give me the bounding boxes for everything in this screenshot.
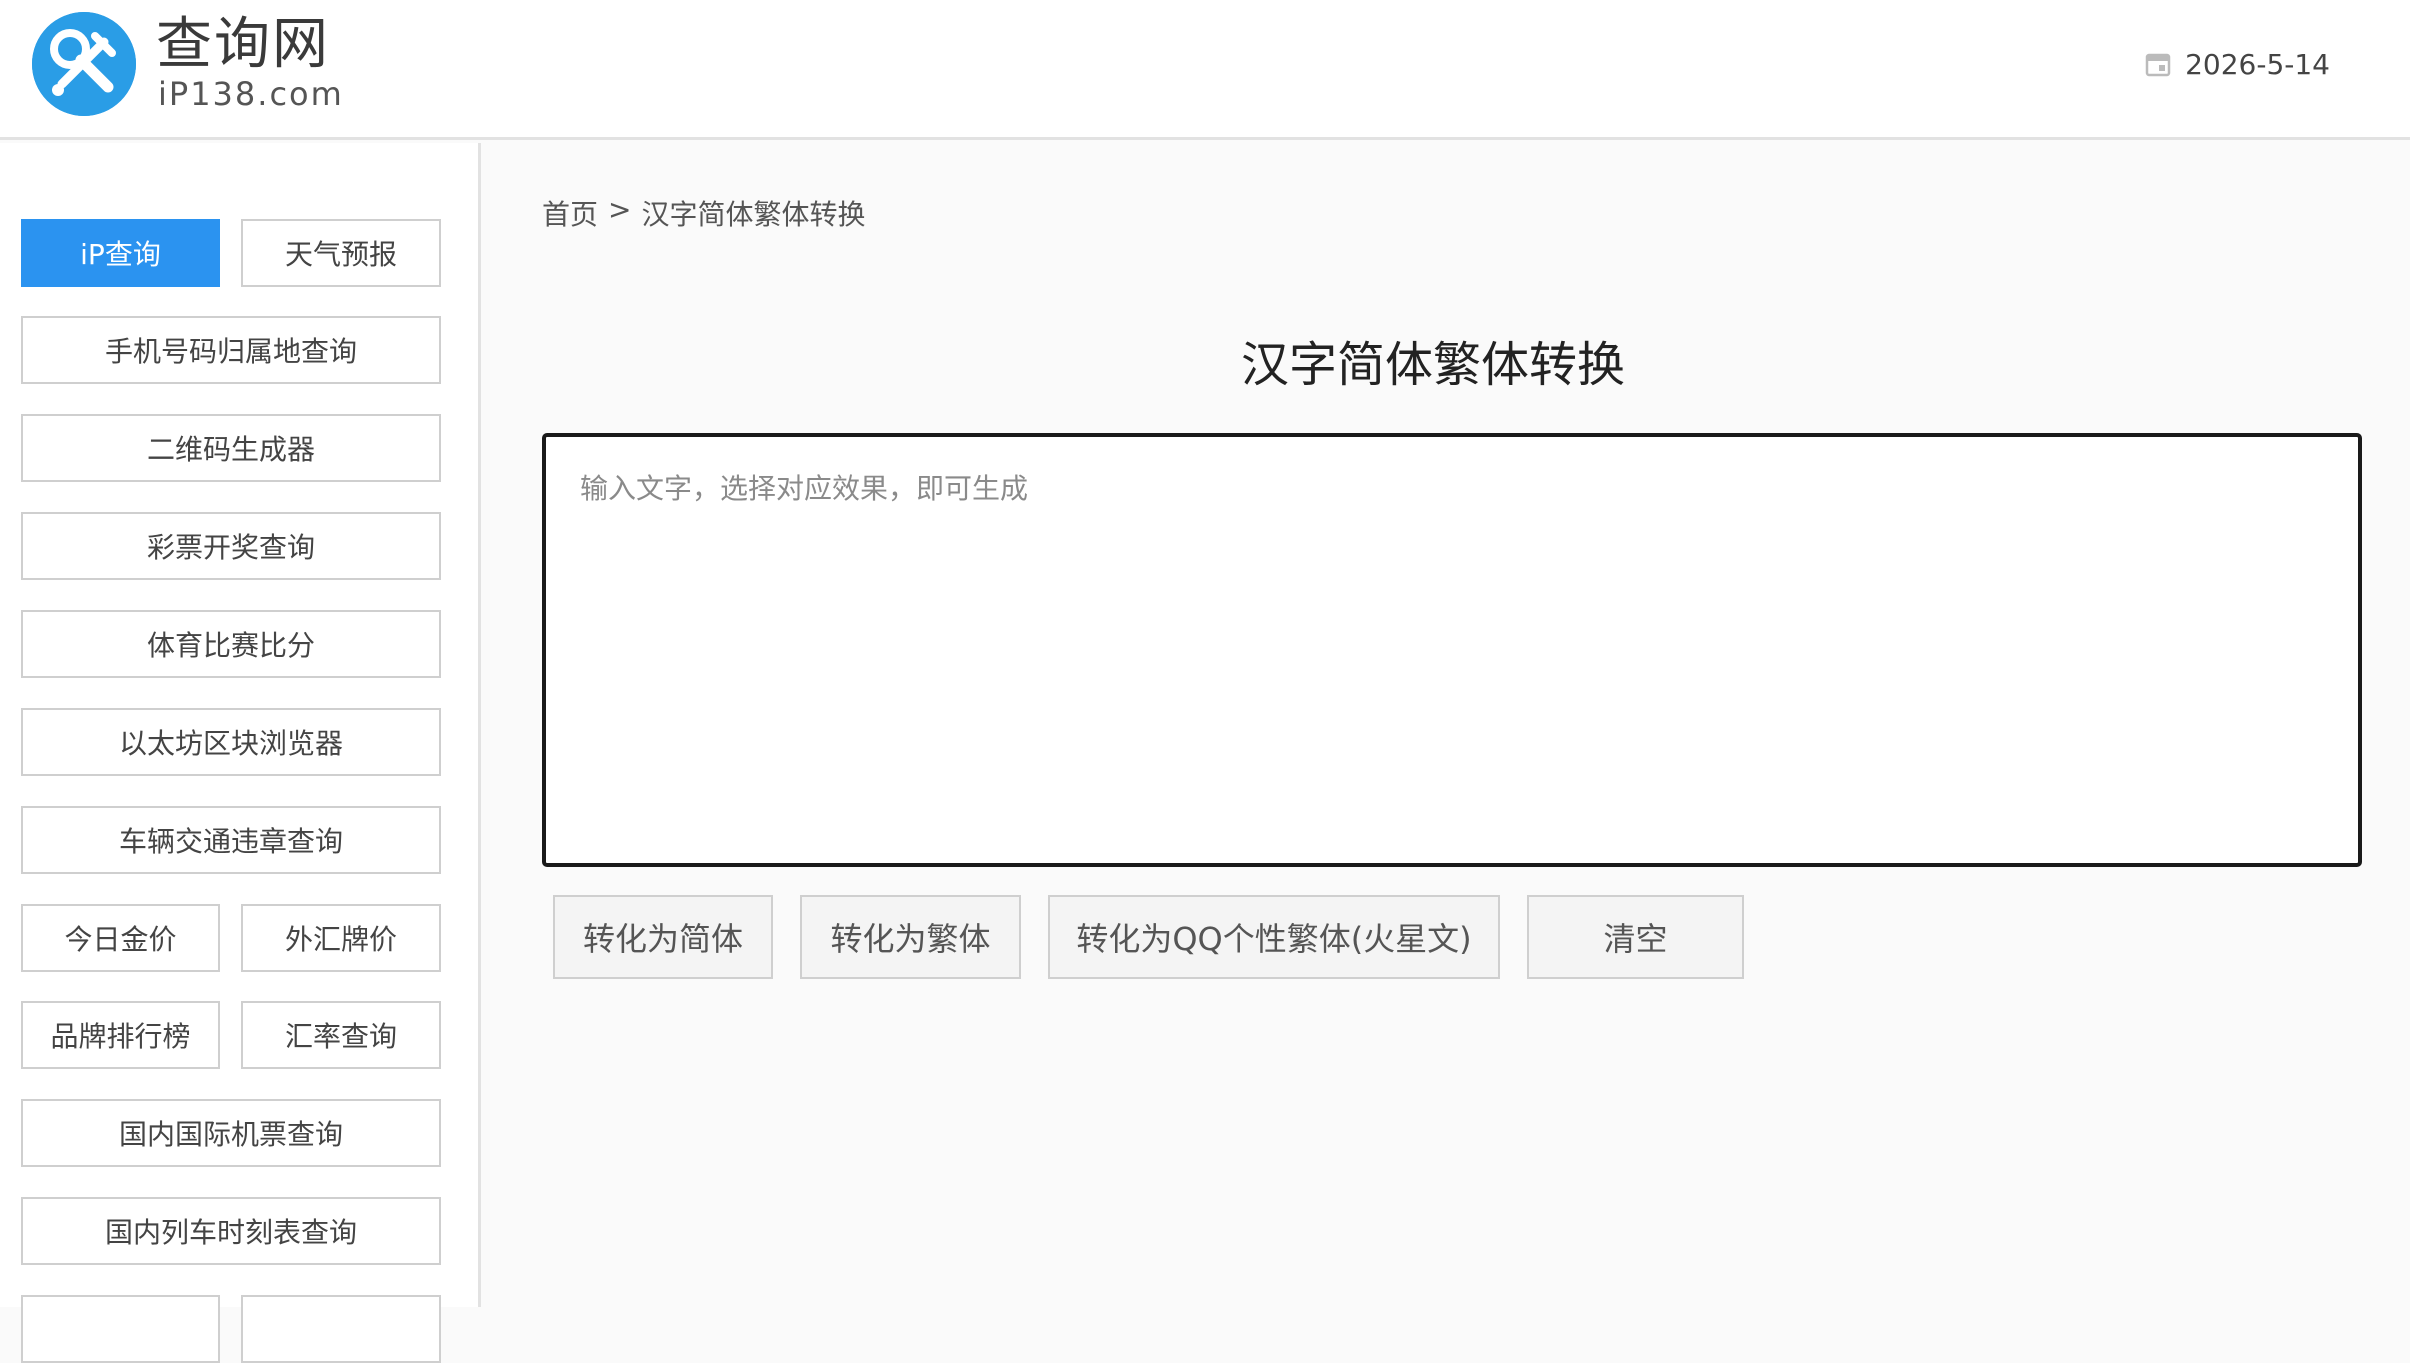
site-header: 查询网 iP138.com 2026-5-14 [0, 0, 2410, 140]
text-input[interactable] [542, 433, 2362, 867]
to-traditional-button[interactable]: 转化为繁体 [800, 895, 1021, 979]
breadcrumb-separator: > [608, 193, 632, 226]
sidebar-item-partial[interactable] [21, 1295, 220, 1363]
sidebar-item-weather[interactable]: 天气预报 [241, 219, 441, 287]
page-title: 汉字简体繁体转换 [1240, 337, 1625, 393]
sidebar-item-ethereum[interactable]: 以太坊区块浏览器 [21, 708, 441, 776]
tools-icon[interactable] [32, 12, 136, 116]
sidebar-item-partial[interactable] [241, 1295, 441, 1363]
sidebar-item-ip-query[interactable]: iP查询 [21, 219, 220, 287]
sidebar-item-forex-quote[interactable]: 外汇牌价 [241, 904, 441, 972]
date-text: 2026-5-14 [2185, 47, 2330, 81]
main-content: 首页 > 汉字简体繁体转换 汉字简体繁体转换 转化为简体 转化为繁体 转化为QQ… [484, 143, 2410, 1307]
brand-subtitle[interactable]: iP138.com [158, 74, 344, 114]
brand-title[interactable]: 查询网 [156, 10, 330, 80]
calendar-icon [2145, 53, 2171, 77]
breadcrumb-home[interactable]: 首页 [542, 193, 598, 233]
breadcrumb: 首页 > 汉字简体繁体转换 [542, 193, 866, 233]
sidebar-item-traffic-violation[interactable]: 车辆交通违章查询 [21, 806, 441, 874]
to-simplified-button[interactable]: 转化为简体 [553, 895, 773, 979]
sidebar-item-exchange-rate[interactable]: 汇率查询 [241, 1001, 441, 1069]
breadcrumb-current: 汉字简体繁体转换 [641, 198, 866, 231]
sidebar-item-sports-scores[interactable]: 体育比赛比分 [21, 610, 441, 678]
sidebar-item-flight-tickets[interactable]: 国内国际机票查询 [21, 1099, 441, 1167]
sidebar-item-train-schedule[interactable]: 国内列车时刻表查询 [21, 1197, 441, 1265]
sidebar-item-brand-ranking[interactable]: 品牌排行榜 [21, 1001, 220, 1069]
sidebar-item-phone-location[interactable]: 手机号码归属地查询 [21, 316, 441, 384]
date-display: 2026-5-14 [2145, 44, 2330, 84]
sidebar-item-qrcode[interactable]: 二维码生成器 [21, 414, 441, 482]
sidebar-item-lottery[interactable]: 彩票开奖查询 [21, 512, 441, 580]
sidebar-nav: iP查询 天气预报 手机号码归属地查询 二维码生成器 彩票开奖查询 体育比赛比分… [0, 143, 481, 1363]
to-martian-button[interactable]: 转化为QQ个性繁体(火星文) [1048, 895, 1500, 979]
sidebar-item-gold-price[interactable]: 今日金价 [21, 904, 220, 972]
clear-button[interactable]: 清空 [1527, 895, 1744, 979]
